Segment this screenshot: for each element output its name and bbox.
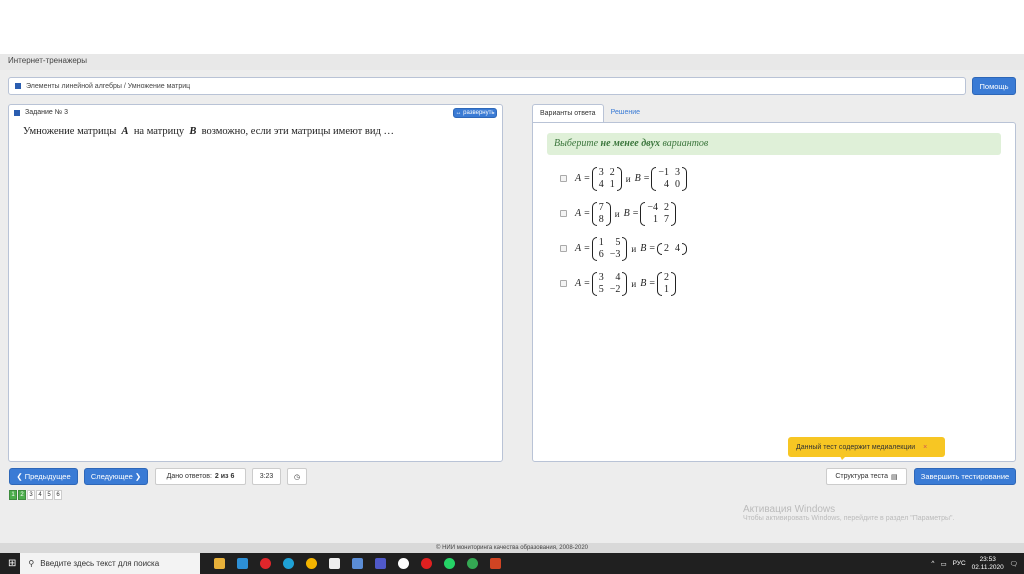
help-button[interactable]: Помощь — [972, 77, 1016, 95]
task-title: Задание № 3 — [25, 109, 69, 116]
question-text: Умножение матрицы A на матрицу B возможн… — [23, 126, 394, 137]
answer-option[interactable]: A = 7 8 и B = −4 2 1 7 — [560, 196, 1015, 231]
finish-test-button[interactable]: Завершить тестирование — [914, 468, 1016, 485]
page-link[interactable]: 3 — [27, 490, 35, 500]
grid-icon: ▤ — [891, 473, 898, 481]
answer-option[interactable]: A = 3 4 5 −2 и B = 2 1 — [560, 266, 1015, 301]
matrix: 24 — [656, 242, 687, 255]
clock-icon[interactable]: ◷ — [287, 468, 307, 485]
store-icon[interactable] — [237, 558, 249, 569]
hint-alert: Выберите не менее двух вариантов — [547, 133, 1001, 155]
network-icon[interactable]: ▭ — [940, 560, 946, 568]
taskbar-search[interactable]: ⚲ Введите здесь текст для поиска — [20, 553, 201, 574]
powerpoint-icon[interactable] — [490, 558, 502, 569]
page-link[interactable]: 6 — [54, 490, 62, 500]
page-list: 123456 — [9, 490, 62, 500]
timer: 3:23 — [252, 468, 281, 485]
tab-answer-options[interactable]: Варианты ответа — [532, 104, 604, 123]
yandex-browser-icon[interactable] — [398, 558, 410, 569]
matrix: −4 2 1 7 — [640, 201, 676, 226]
language-indicator[interactable]: РУС — [953, 560, 966, 567]
test-structure-button[interactable]: Структура теста ▤ — [826, 468, 907, 485]
matrix: 3241 — [591, 166, 622, 191]
matrix: 3 4 5 −2 — [591, 271, 628, 296]
footer: © НИИ мониторинга качества образования, … — [0, 543, 1024, 553]
file-explorer-icon[interactable] — [214, 558, 226, 569]
app-icon[interactable] — [352, 558, 364, 569]
opera-icon[interactable] — [260, 558, 272, 569]
taskbar: ⊞ ⚲ Введите здесь текст для поиска ^ ▭ РУС 2… — [0, 553, 1024, 574]
square-icon — [15, 83, 21, 89]
answer-option[interactable]: A = 1 5 6 −3 и B = 2 4 — [560, 231, 1015, 266]
chrome-icon[interactable] — [306, 558, 318, 569]
page-link[interactable]: 5 — [45, 490, 53, 500]
file-icon[interactable] — [329, 558, 341, 569]
next-button[interactable]: Следующее ❯ — [84, 468, 148, 485]
windows-start-icon[interactable]: ⊞ — [8, 558, 16, 569]
task-panel: Задание № 3 ↔ развернуть Умножение матри… — [8, 104, 503, 462]
teams-icon[interactable] — [375, 558, 387, 569]
page-link[interactable]: 1 — [9, 490, 17, 500]
media-toast: Данный тест содержит медиалекции × — [788, 437, 945, 460]
page-link[interactable]: 4 — [36, 490, 44, 500]
search-icon: ⚲ — [28, 559, 35, 568]
matrix: 1 5 6 −3 — [591, 236, 628, 261]
matrix: −1 3 4 0 — [651, 166, 687, 191]
breadcrumb-text[interactable]: Элементы линейной алгебры / Умножение ма… — [26, 83, 190, 90]
answer-option[interactable]: A = 3 2 4 1 и B = −1 3 4 0 — [560, 161, 1015, 196]
page-link[interactable]: 2 — [18, 490, 26, 500]
app-title: Интернет-тренажеры — [0, 54, 1024, 70]
windows-activation-watermark: Активация Windows Чтобы активировать Wind… — [743, 504, 955, 522]
chrome-active-icon[interactable] — [467, 558, 479, 569]
notifications-icon[interactable]: 🗨 — [1010, 560, 1018, 568]
top-blank — [0, 0, 1024, 54]
answered-count: Дано ответов: 2 из 6 — [155, 468, 246, 485]
square-icon — [14, 109, 20, 116]
matrix: 21 — [656, 271, 676, 296]
option-checkbox[interactable] — [560, 175, 567, 182]
chevron-up-icon[interactable]: ^ — [931, 560, 934, 567]
breadcrumb: Элементы линейной алгебры / Умножение ма… — [8, 77, 966, 95]
close-icon[interactable]: × — [923, 444, 927, 451]
edge-icon[interactable] — [283, 558, 295, 569]
clock[interactable]: 23:53 02.11.2020 — [972, 556, 1004, 572]
expand-button[interactable]: ↔ развернуть — [453, 108, 497, 118]
matrix: 78 — [591, 201, 611, 226]
option-checkbox[interactable] — [560, 280, 567, 287]
option-checkbox[interactable] — [560, 245, 567, 252]
tab-solution[interactable]: Решение — [604, 104, 647, 123]
yandex-icon[interactable] — [421, 558, 433, 569]
whatsapp-icon[interactable] — [444, 558, 456, 569]
answers-panel: Выберите не менее двух вариантов A = 3 2 4 1 и… — [532, 122, 1016, 462]
previous-button[interactable]: ❮ Предыдущее — [9, 468, 78, 485]
option-checkbox[interactable] — [560, 210, 567, 217]
